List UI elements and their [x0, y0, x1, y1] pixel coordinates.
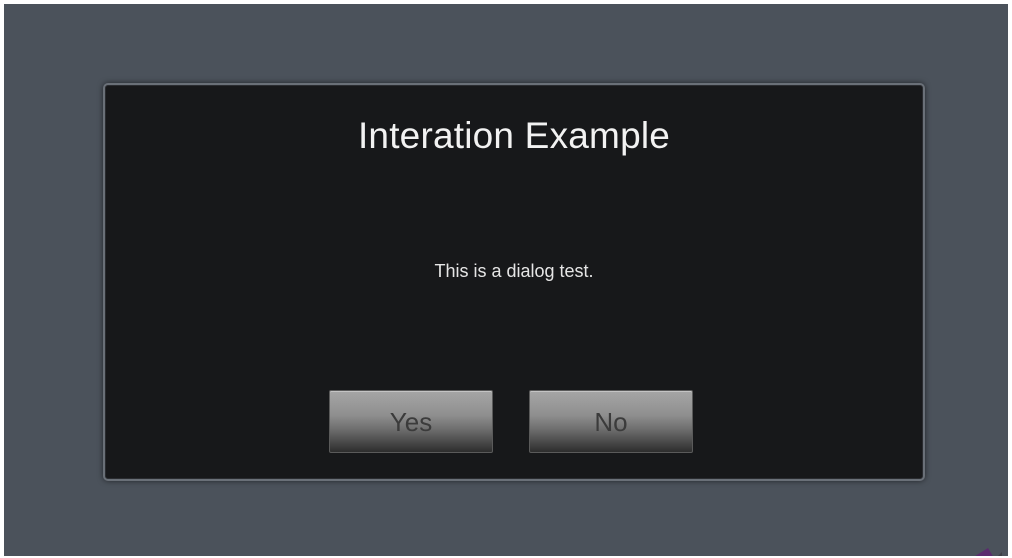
purple-arrow-fragment-icon [975, 548, 1002, 556]
dialog-window: Interation Example This is a dialog test… [103, 83, 925, 481]
dialog-message: This is a dialog test. [434, 261, 594, 281]
yes-button[interactable]: Yes [329, 390, 493, 453]
no-button[interactable]: No [529, 390, 693, 453]
dialog-title: Interation Example [357, 115, 671, 156]
app-backdrop: Interation Example This is a dialog test… [4, 4, 1008, 556]
